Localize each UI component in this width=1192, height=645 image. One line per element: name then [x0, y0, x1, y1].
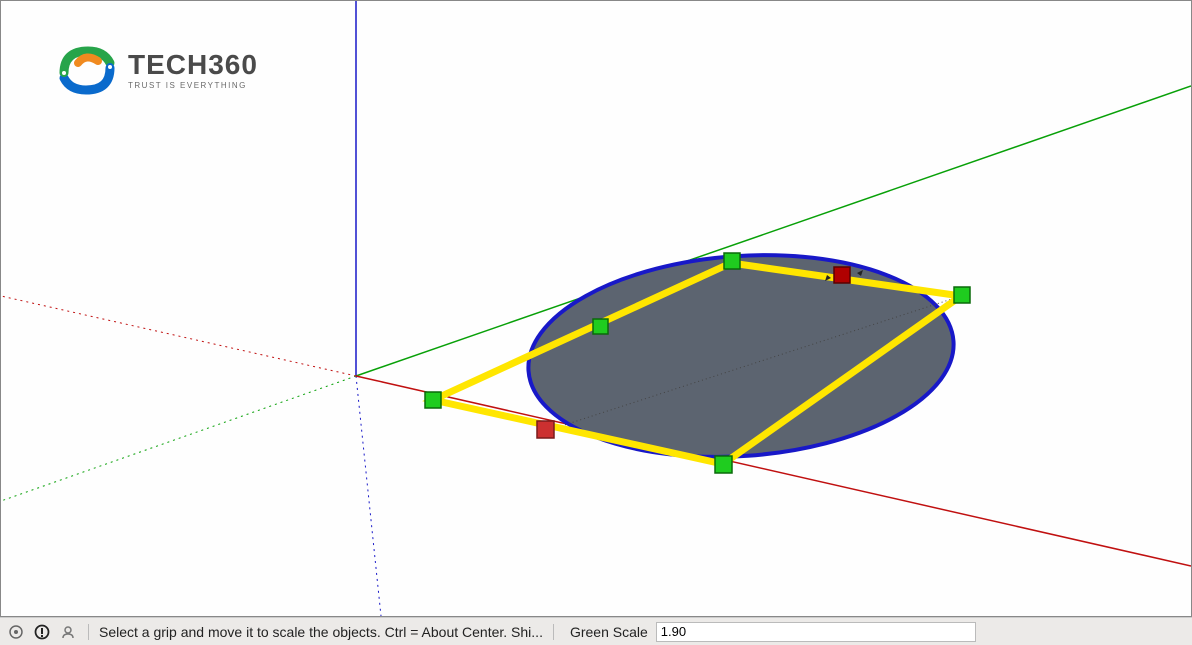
handle-bottom-right[interactable] — [715, 456, 732, 473]
measurement-input[interactable] — [656, 622, 976, 642]
measurement-label: Green Scale — [570, 624, 648, 640]
handle-top-right[interactable] — [954, 287, 970, 303]
credits-icon[interactable] — [32, 622, 52, 642]
separator — [88, 624, 89, 640]
handle-left[interactable] — [593, 319, 608, 334]
handle-bottom-left[interactable] — [537, 421, 554, 438]
logo-icon — [56, 43, 118, 98]
logo-subtitle: TRUST IS EVERYTHING — [128, 81, 258, 90]
status-bar: Select a grip and move it to scale the o… — [0, 617, 1192, 645]
viewport[interactable]: TECH360 TRUST IS EVERYTHING — [0, 0, 1192, 617]
logo-title: TECH360 — [128, 51, 258, 79]
geolocation-icon[interactable] — [6, 622, 26, 642]
user-icon[interactable] — [58, 622, 78, 642]
handle-top-left[interactable] — [425, 392, 441, 408]
axis-red-dotted — [1, 296, 356, 376]
status-hint: Select a grip and move it to scale the o… — [99, 624, 543, 640]
axis-green-dotted — [1, 376, 356, 501]
handle-top[interactable] — [724, 253, 740, 269]
separator — [553, 624, 554, 640]
logo: TECH360 TRUST IS EVERYTHING — [56, 43, 258, 98]
axis-blue-dotted — [356, 376, 381, 616]
